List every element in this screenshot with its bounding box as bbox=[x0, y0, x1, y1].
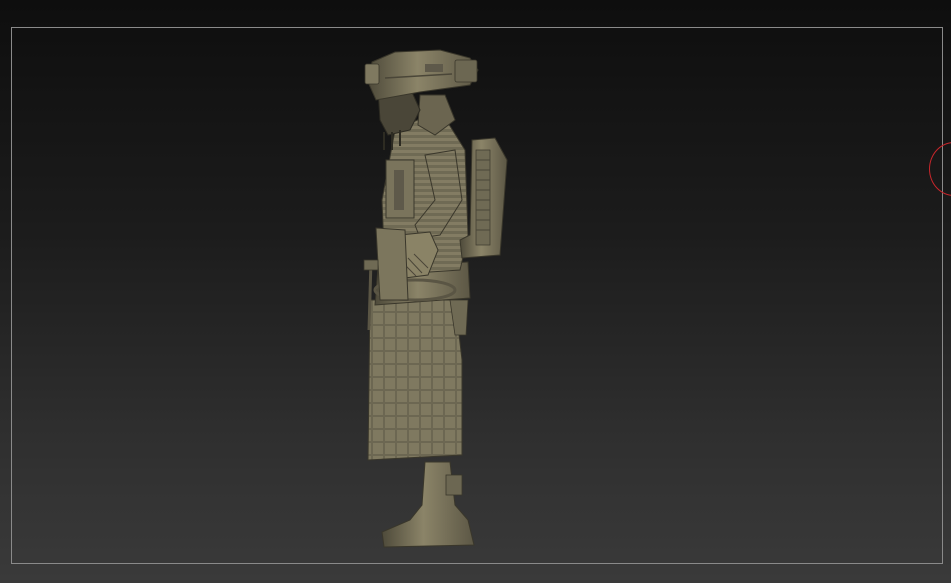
3d-viewport[interactable] bbox=[0, 0, 951, 583]
armored-figure-model[interactable] bbox=[355, 45, 525, 555]
